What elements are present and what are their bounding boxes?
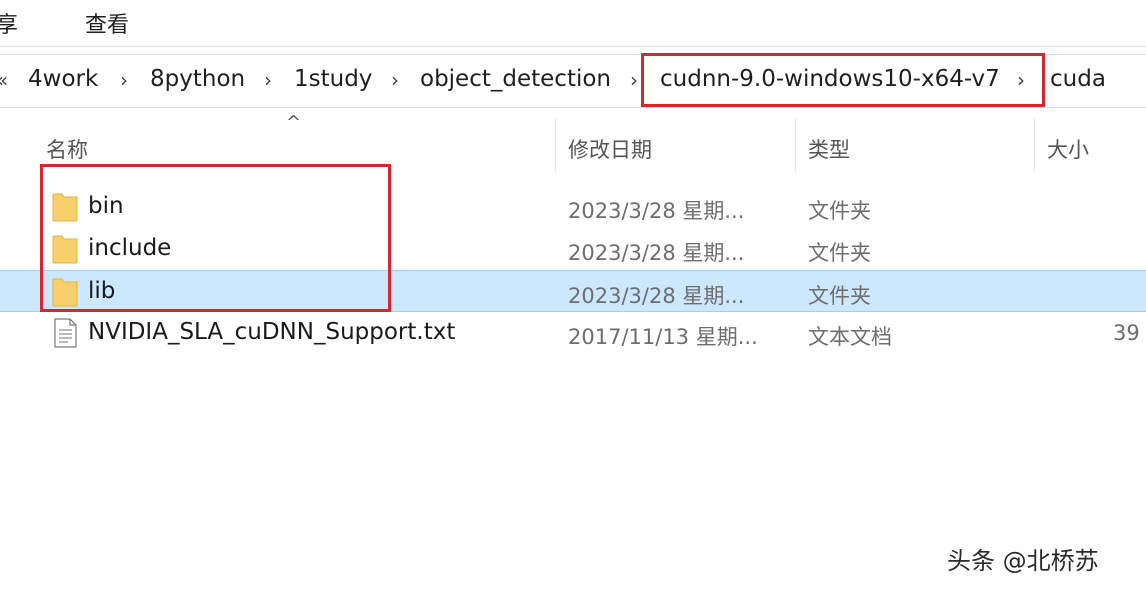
file-size: 39 xyxy=(1113,321,1140,345)
file-date: 2023/3/28 星期... xyxy=(568,241,745,265)
file-name: include xyxy=(88,235,172,261)
chevron-right-icon[interactable]: › xyxy=(1017,68,1025,92)
column-header-type[interactable]: 类型 xyxy=(808,134,850,164)
file-date: 2017/11/13 星期... xyxy=(568,325,758,349)
chevron-right-icon[interactable]: › xyxy=(120,68,128,92)
column-header-date[interactable]: 修改日期 xyxy=(568,134,652,164)
ribbon-bar: 享 查看 xyxy=(0,0,1146,47)
chevron-right-icon[interactable]: › xyxy=(264,68,272,92)
back-chevron-icon[interactable]: « xyxy=(0,68,8,92)
file-type: 文本文档 xyxy=(808,325,892,349)
column-header-name[interactable]: 名称 xyxy=(46,134,88,164)
file-row-bin[interactable]: bin 2023/3/28 星期... 文件夹 xyxy=(0,186,1146,228)
tab-view[interactable]: 查看 xyxy=(85,7,129,39)
file-row-include[interactable]: include 2023/3/28 星期... 文件夹 xyxy=(0,228,1146,270)
column-divider[interactable] xyxy=(795,118,796,172)
tab-share[interactable]: 享 xyxy=(0,7,18,39)
file-name: NVIDIA_SLA_cuDNN_Support.txt xyxy=(88,319,456,345)
breadcrumb-8python[interactable]: 8python xyxy=(150,66,245,92)
breadcrumb-1study[interactable]: 1study xyxy=(294,66,372,92)
column-header-row: 名称 修改日期 类型 大小 xyxy=(0,118,1146,172)
folder-icon xyxy=(52,235,78,264)
column-header-size[interactable]: 大小 xyxy=(1047,134,1089,164)
file-type: 文件夹 xyxy=(808,241,871,265)
file-row-lib[interactable]: lib 2023/3/28 星期... 文件夹 xyxy=(0,270,1146,312)
folder-icon xyxy=(52,278,78,307)
folder-icon xyxy=(52,193,78,222)
breadcrumb-4work[interactable]: 4work xyxy=(28,66,98,92)
breadcrumb-cuda[interactable]: cuda xyxy=(1050,66,1106,92)
file-type: 文件夹 xyxy=(808,199,871,223)
breadcrumb-cudnn[interactable]: cudnn-9.0-windows10-x64-v7 xyxy=(660,66,1000,92)
file-type: 文件夹 xyxy=(808,284,871,308)
file-date: 2023/3/28 星期... xyxy=(568,284,745,308)
text-file-icon xyxy=(54,318,77,348)
breadcrumb-object-detection[interactable]: object_detection xyxy=(420,66,611,92)
chevron-right-icon[interactable]: › xyxy=(391,68,399,92)
watermark: 头条 @北桥苏 xyxy=(947,547,1099,575)
column-divider[interactable] xyxy=(555,118,556,172)
address-bar[interactable]: « 4work › 8python › 1study › object_dete… xyxy=(0,54,1146,108)
column-divider[interactable] xyxy=(1034,118,1035,172)
file-name: lib xyxy=(88,278,116,304)
file-date: 2023/3/28 星期... xyxy=(568,199,745,223)
file-row-nvidia-sla[interactable]: NVIDIA_SLA_cuDNN_Support.txt 2017/11/13 … xyxy=(0,312,1146,354)
file-name: bin xyxy=(88,193,124,219)
chevron-right-icon[interactable]: › xyxy=(630,68,638,92)
